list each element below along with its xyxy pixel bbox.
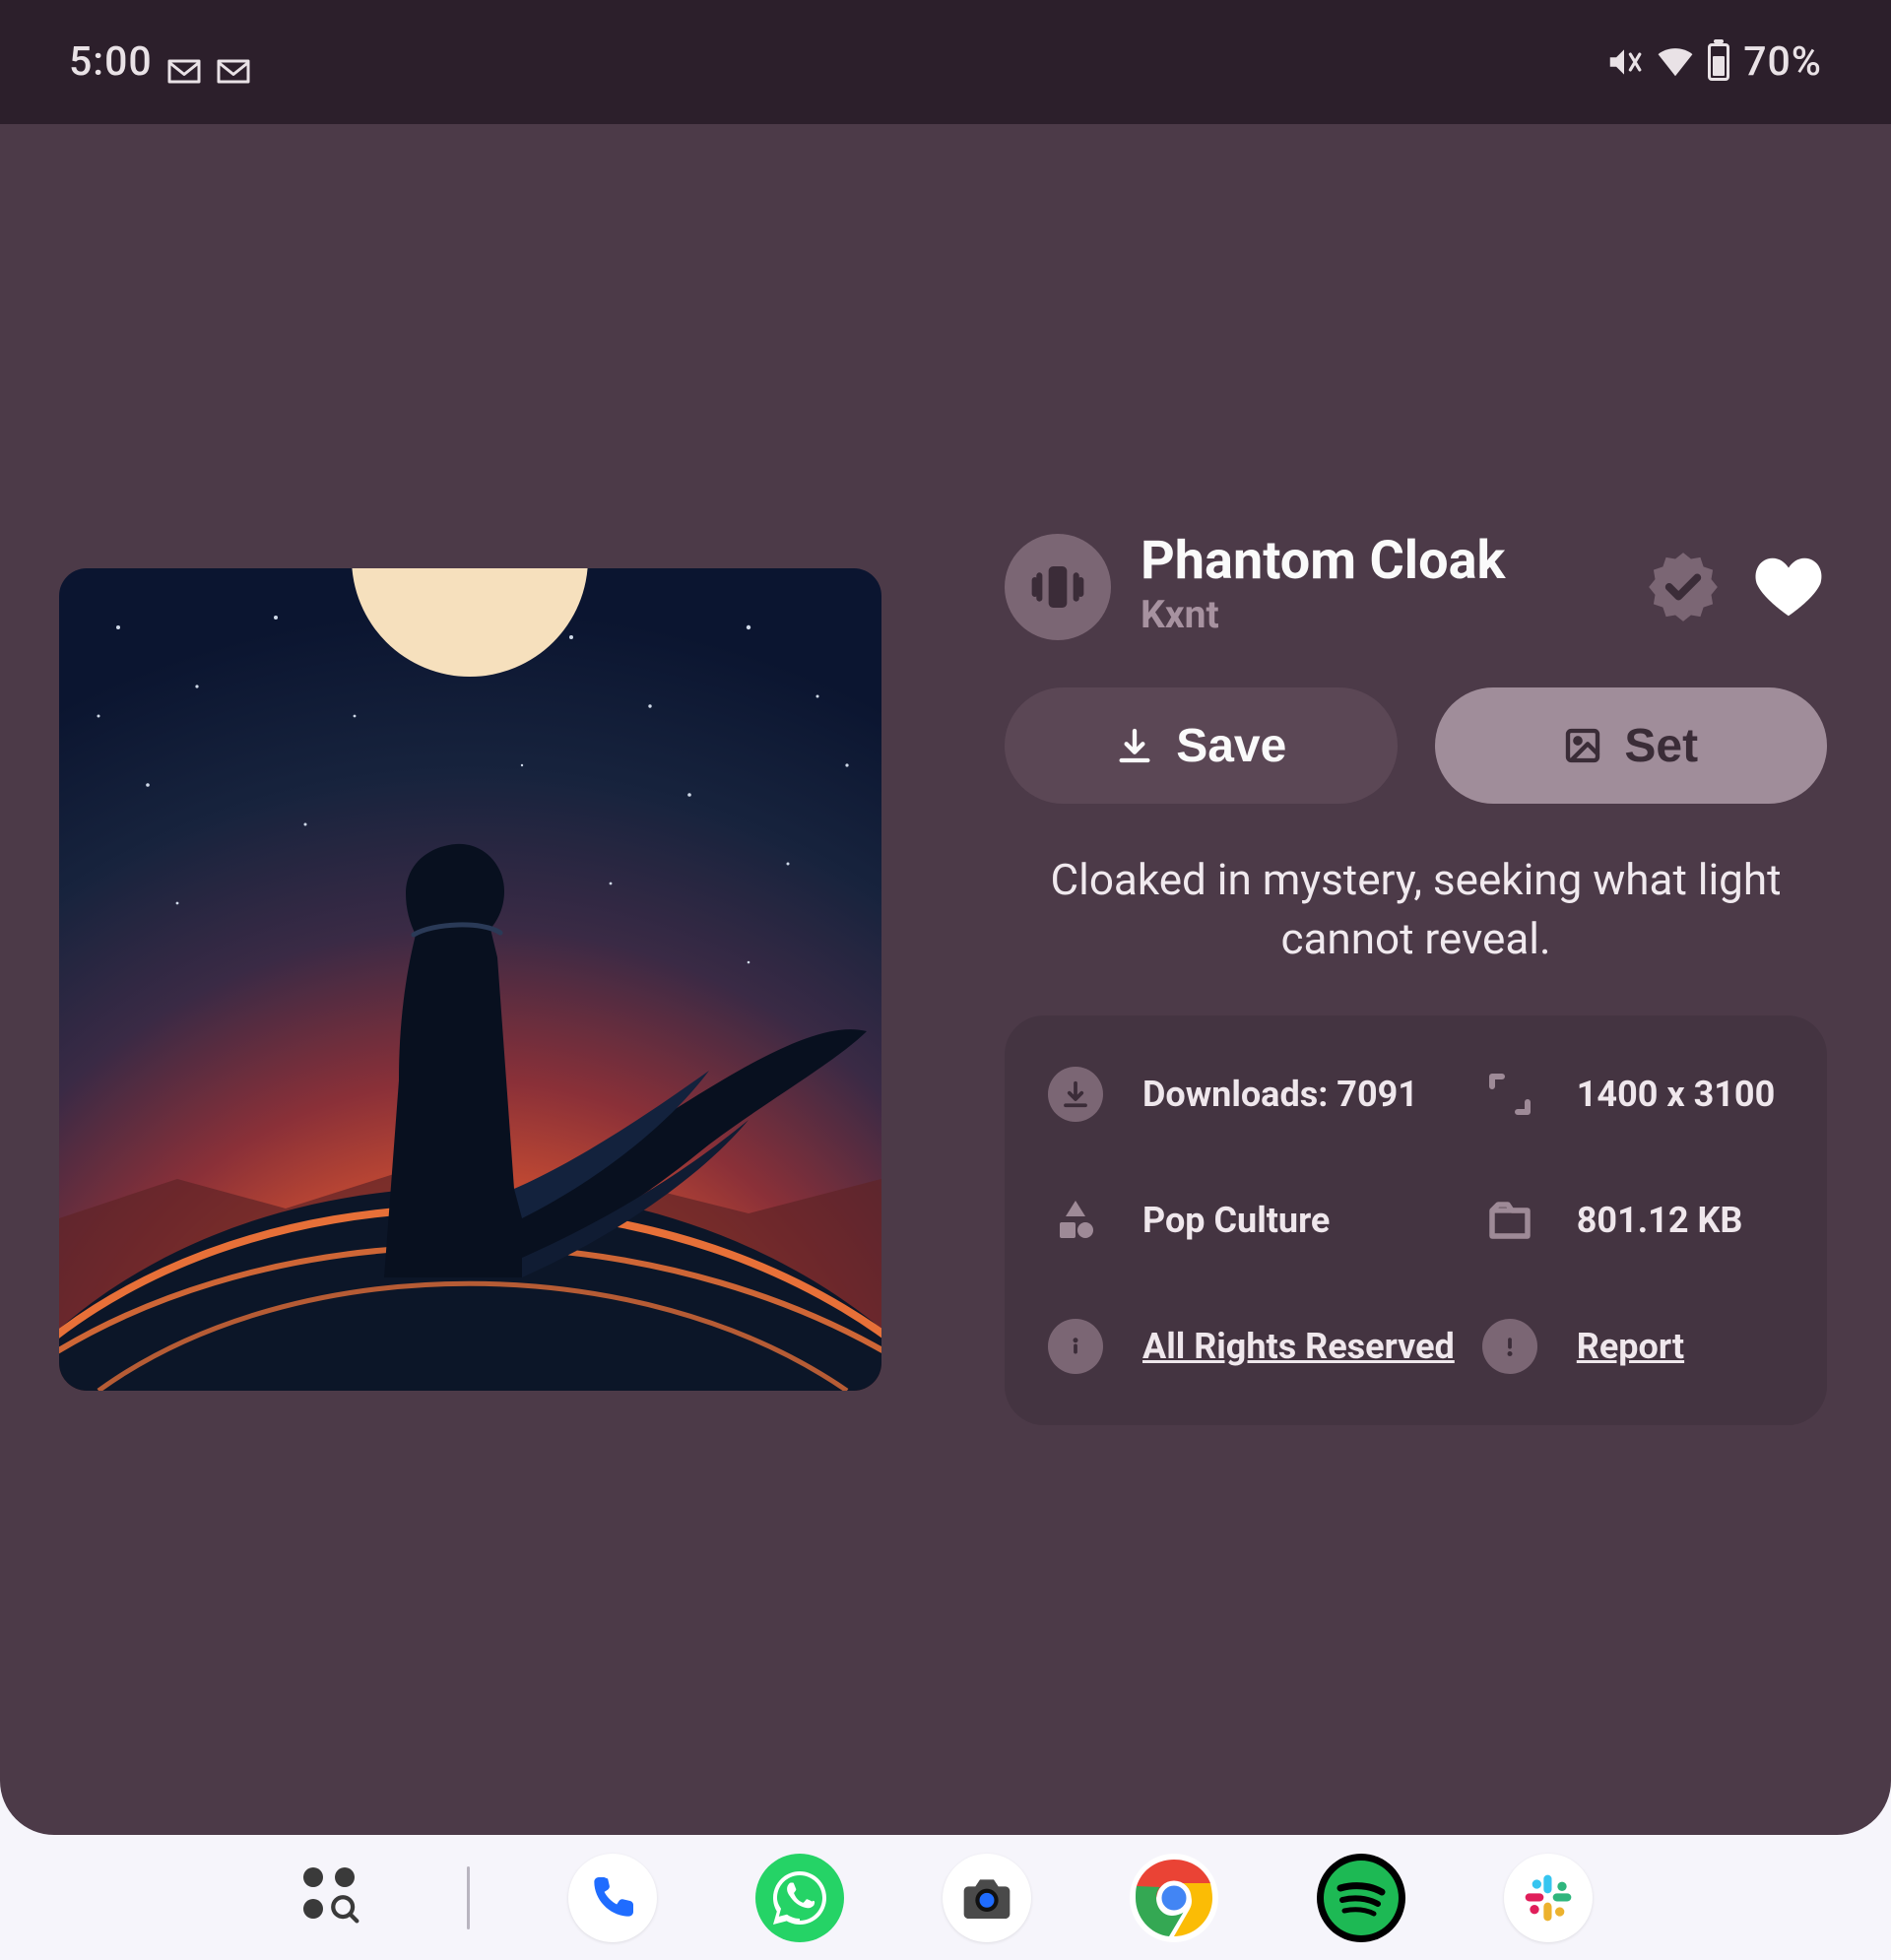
set-button[interactable]: Set — [1435, 687, 1828, 804]
meta-filesize-label: 801.12 KB — [1577, 1200, 1743, 1241]
meta-dimensions: 1400 x 3100 — [1482, 1067, 1784, 1122]
vibrate-icon — [1005, 534, 1111, 640]
wallpaper-meta-panel: Downloads: 7091 1400 x 3100 Pop Culture … — [1005, 1015, 1827, 1425]
set-wallpaper-icon — [1563, 726, 1602, 765]
gmail-notification-icon — [216, 48, 251, 77]
meta-downloads-label: Downloads: 7091 — [1142, 1074, 1418, 1115]
wallpaper-author[interactable]: Kxnt — [1141, 590, 1616, 640]
meta-downloads: Downloads: 7091 — [1048, 1067, 1455, 1122]
meta-report-label[interactable]: Report — [1577, 1326, 1684, 1367]
wallpaper-preview-image[interactable] — [59, 568, 881, 1391]
meta-license-label[interactable]: All Rights Reserved — [1142, 1326, 1455, 1367]
wifi-icon — [1657, 43, 1694, 81]
app-drawer-button[interactable] — [299, 1863, 368, 1932]
search-icon — [329, 1893, 362, 1927]
volume-muted-icon — [1605, 43, 1643, 81]
filesize-icon — [1482, 1193, 1537, 1248]
wallpaper-info-column: Phantom Cloak Kxnt Save Set Cloaked in m… — [1005, 534, 1827, 1425]
wallpaper-preview-container — [59, 568, 881, 1391]
dock-separator — [467, 1866, 470, 1929]
status-time: 5:00 — [69, 38, 153, 86]
save-button[interactable]: Save — [1005, 687, 1398, 804]
verified-badge-icon — [1646, 550, 1721, 624]
wallpaper-detail-card: Phantom Cloak Kxnt Save Set Cloaked in m… — [0, 124, 1891, 1835]
gmail-notification-icon — [166, 48, 202, 77]
wallpaper-title: Phantom Cloak — [1141, 534, 1616, 590]
battery-percent: 70% — [1743, 38, 1822, 86]
category-icon — [1048, 1193, 1103, 1248]
downloads-icon — [1048, 1067, 1103, 1122]
android-dock — [0, 1835, 1891, 1960]
slack-app-icon[interactable] — [1504, 1854, 1593, 1942]
phone-app-icon[interactable] — [568, 1854, 657, 1942]
favorite-button[interactable] — [1750, 549, 1827, 625]
spotify-app-icon[interactable] — [1317, 1854, 1405, 1942]
chrome-app-icon[interactable] — [1130, 1854, 1218, 1942]
meta-filesize: 801.12 KB — [1482, 1193, 1784, 1248]
camera-app-icon[interactable] — [943, 1854, 1031, 1942]
android-status-bar: 5:00 70% — [0, 0, 1891, 124]
save-button-label: Save — [1176, 719, 1286, 773]
whatsapp-app-icon[interactable] — [755, 1854, 844, 1942]
info-icon — [1048, 1319, 1103, 1374]
dimensions-icon — [1482, 1067, 1537, 1122]
report-icon — [1482, 1319, 1537, 1374]
title-block: Phantom Cloak Kxnt — [1141, 534, 1616, 639]
status-left: 5:00 — [69, 38, 251, 86]
meta-category-label: Pop Culture — [1142, 1200, 1330, 1241]
set-button-label: Set — [1624, 719, 1698, 773]
wallpaper-description: Cloaked in mystery, seeking what light c… — [1005, 851, 1827, 968]
status-right: 70% — [1605, 38, 1822, 86]
wallpaper-header-row: Phantom Cloak Kxnt — [1005, 534, 1827, 640]
action-button-row: Save Set — [1005, 687, 1827, 804]
meta-report[interactable]: Report — [1482, 1319, 1784, 1374]
meta-category[interactable]: Pop Culture — [1048, 1193, 1455, 1248]
download-icon — [1115, 726, 1154, 765]
meta-license[interactable]: All Rights Reserved — [1048, 1319, 1455, 1374]
meta-dimensions-label: 1400 x 3100 — [1577, 1074, 1775, 1115]
battery-icon — [1708, 43, 1729, 81]
